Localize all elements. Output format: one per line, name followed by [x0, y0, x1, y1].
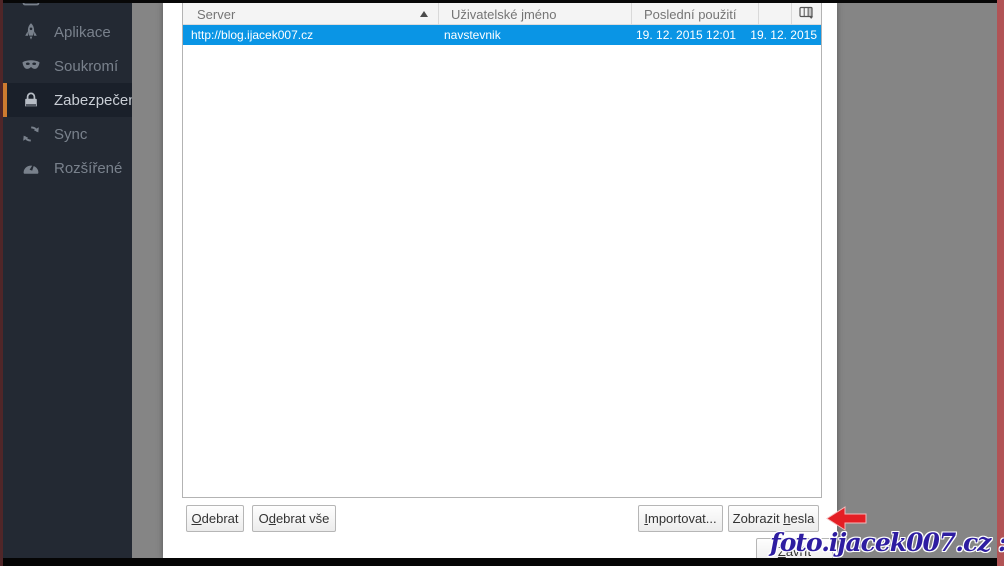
- sidebar-item-content[interactable]: Obsah: [3, 3, 132, 15]
- sidebar-item-label: Soukromí: [54, 57, 119, 75]
- mask-icon: [20, 56, 42, 76]
- table-header: Server Uživatelské jméno Poslední použit…: [183, 3, 821, 25]
- rocket-icon: [20, 22, 42, 42]
- sidebar-item-label: Obsah: [54, 3, 98, 7]
- column-picker-icon: [799, 6, 814, 22]
- sidebar-item-privacy[interactable]: Soukromí: [3, 49, 132, 83]
- sidebar-item-advanced[interactable]: Rozšířené: [3, 151, 132, 185]
- column-header-blank: [758, 3, 791, 25]
- cell-server: http://blog.ijacek007.cz: [191, 28, 314, 42]
- sidebar-item-sync[interactable]: Sync: [3, 117, 132, 151]
- sidebar: Obsah Aplikace: [3, 3, 132, 558]
- sidebar-item-label: Zabezpečení: [54, 91, 132, 109]
- remove-all-button[interactable]: Odebrat vše: [252, 505, 336, 532]
- gauge-icon: [20, 158, 42, 178]
- cell-last-changed: 19. 12. 2015: [750, 28, 817, 42]
- cell-username: navstevnik: [444, 28, 501, 42]
- sidebar-item-applications[interactable]: Aplikace: [3, 15, 132, 49]
- preferences-screen: Obsah Aplikace: [3, 3, 997, 558]
- frame-border-top: [0, 0, 1004, 3]
- remove-button[interactable]: Odebrat: [186, 505, 244, 532]
- logins-list[interactable]: Server Uživatelské jméno Poslední použit…: [182, 3, 822, 498]
- frame-border-left: [0, 0, 3, 566]
- table-row[interactable]: http://blog.ijacek007.cz navstevnik 19. …: [183, 25, 821, 45]
- sidebar-item-label: Sync: [54, 125, 88, 143]
- frame-border-bottom: [0, 558, 1004, 566]
- column-picker-button[interactable]: [791, 3, 821, 25]
- selected-accent-bar: [3, 83, 7, 117]
- cell-last-used: 19. 12. 2015 12:01: [636, 28, 737, 42]
- screenshot-canvas: Obsah Aplikace: [0, 0, 1004, 566]
- column-header-username[interactable]: Uživatelské jméno: [438, 3, 631, 25]
- sync-icon: [20, 124, 42, 144]
- frame-border-right: [997, 0, 1004, 566]
- watermark: foto.ijacek007.cz :-): [770, 528, 1004, 557]
- sidebar-item-security[interactable]: Zabezpečení: [3, 83, 132, 117]
- sidebar-item-label: Rozšířené: [54, 159, 123, 177]
- lock-icon: [20, 90, 42, 110]
- import-button[interactable]: Importovat...: [638, 505, 723, 532]
- column-header-server[interactable]: Server: [183, 3, 438, 25]
- sort-ascending-icon: [420, 11, 428, 17]
- content-icon: [20, 3, 42, 8]
- saved-passwords-dialog: Server Uživatelské jméno Poslední použit…: [163, 3, 837, 558]
- column-header-last-used[interactable]: Poslední použití: [631, 3, 758, 25]
- sidebar-item-label: Aplikace: [54, 23, 111, 41]
